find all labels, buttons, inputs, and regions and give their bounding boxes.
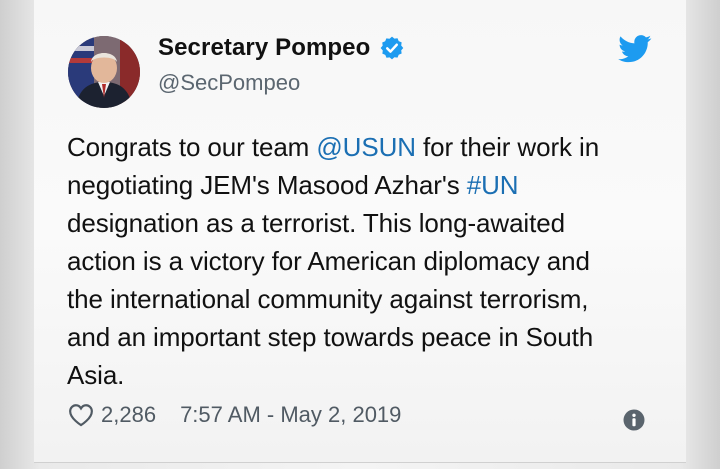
tweet-text-line: action is a victory for American diploma… bbox=[67, 242, 667, 280]
tweet-text-segment: Asia. bbox=[67, 360, 125, 390]
tweet-text-segment: the international community against terr… bbox=[67, 284, 589, 314]
twitter-bird-icon[interactable] bbox=[618, 35, 652, 63]
verified-badge-icon bbox=[381, 36, 404, 60]
tweet-text-line: designation as a terrorist. This long-aw… bbox=[67, 204, 667, 242]
tweet-text-line: the international community against terr… bbox=[67, 280, 667, 318]
like-count: 2,286 bbox=[101, 402, 157, 427]
screenshot-frame: Secretary Pompeo @SecPompeo Congrats to … bbox=[0, 0, 720, 469]
tweet-text-segment: and an important step towards peace in S… bbox=[67, 322, 594, 352]
tweet-text-segment: for their work in bbox=[415, 132, 600, 162]
tweet-text-segment: designation as a terrorist. This long-aw… bbox=[67, 208, 565, 238]
author-handle[interactable]: @SecPompeo bbox=[158, 70, 300, 96]
tweet-text-segment: Congrats to our team bbox=[67, 132, 317, 162]
tweet-text-line: and an important step towards peace in S… bbox=[67, 318, 667, 356]
info-icon[interactable] bbox=[623, 409, 645, 431]
author-avatar[interactable] bbox=[68, 36, 140, 108]
hashtag-link[interactable]: #UN bbox=[467, 170, 519, 200]
tweet-text: Congrats to our team @USUN for their wor… bbox=[67, 128, 667, 394]
tweet-text-segment: negotiating JEM's Masood Azhar's bbox=[67, 170, 467, 200]
heart-icon[interactable] bbox=[68, 403, 94, 427]
tweet-text-line: Asia. bbox=[67, 356, 667, 394]
tweet-text-line: negotiating JEM's Masood Azhar's #UN bbox=[67, 166, 667, 204]
tweet-text-line: Congrats to our team @USUN for their wor… bbox=[67, 128, 667, 166]
tweet-text-segment: action is a victory for American diploma… bbox=[67, 246, 590, 276]
tweet-footer: 2,286 7:57 AM - May 2, 2019 bbox=[68, 402, 401, 428]
author-display-name[interactable]: Secretary Pompeo bbox=[158, 34, 370, 62]
author-name-row: Secretary Pompeo bbox=[158, 34, 405, 62]
mention-link[interactable]: @USUN bbox=[316, 132, 416, 162]
tweet-timestamp[interactable]: 7:57 AM - May 2, 2019 bbox=[180, 402, 401, 428]
tweet-card: Secretary Pompeo @SecPompeo Congrats to … bbox=[34, 0, 686, 463]
